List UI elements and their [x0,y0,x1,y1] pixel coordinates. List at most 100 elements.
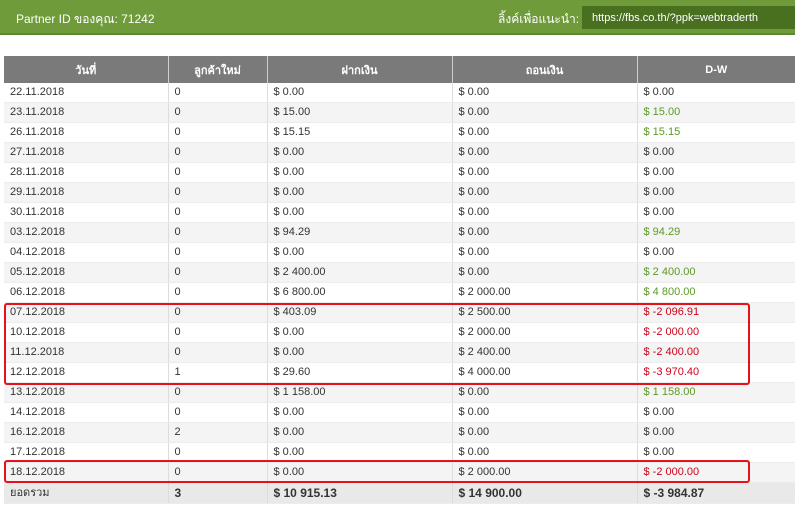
deposit-cell: $ 0.00 [267,202,453,223]
dw-cell: $ 94.29 [637,222,795,243]
table-row: 13.12.2018 0 $ 1 158.00 $ 0.00 $ 1 158.00 [4,382,795,403]
withdraw-cell: $ 0.00 [452,182,638,203]
deposit-cell: $ 29.60 [267,362,453,383]
date-cell: 14.12.2018 [4,402,169,423]
table-row: 11.12.2018 0 $ 0.00 $ 2 400.00 $ -2 400.00 [4,342,795,363]
date-cell: 13.12.2018 [4,382,169,403]
column-header-withdraw[interactable]: ถอนเงิน [452,56,638,83]
withdraw-cell: $ 0.00 [452,142,638,163]
deposit-cell: $ 0.00 [267,182,453,203]
total-label: ยอดรวม [4,482,169,504]
dw-cell: $ 0.00 [637,83,795,103]
deposit-cell: $ 15.15 [267,122,453,143]
table-row: 05.12.2018 0 $ 2 400.00 $ 0.00 $ 2 400.00 [4,262,795,283]
new-clients-cell: 0 [168,402,268,423]
referral-link-label: ลิ้งค์เพื่อแนะนำ: [498,12,580,26]
new-clients-cell: 0 [168,102,268,123]
new-clients-cell: 0 [168,162,268,183]
new-clients-cell: 0 [168,182,268,203]
date-cell: 18.12.2018 [4,462,169,483]
withdraw-cell: $ 0.00 [452,262,638,283]
stats-table: วันที่ ลูกค้าใหม่ ฝากเงิน ถอนเงิน D-W 2 2… [4,56,795,504]
deposit-cell: $ 94.29 [267,222,453,243]
date-cell: 27.11.2018 [4,142,169,163]
dw-cell: $ 0.00 [637,402,795,423]
table-row: 10.12.2018 0 $ 0.00 $ 2 000.00 $ -2 000.00 [4,322,795,343]
date-cell: 26.11.2018 [4,122,169,143]
partner-header-bar: Partner ID ของคุณ: 71242 ลิ้งค์เพื่อแนะน… [0,0,795,35]
table-row: 04.12.2018 0 $ 0.00 $ 0.00 $ 0.00 [4,242,795,263]
table-total-row: ยอดรวม 3 $ 10 915.13 $ 14 900.00 $ -3 984.87 [4,482,795,504]
dw-cell: $ 0.00 [637,422,795,443]
dw-cell: $ 0.00 [637,242,795,263]
dw-cell: $ -3 970.40 [637,362,795,383]
deposit-cell: $ 6 800.00 [267,282,453,303]
total-deposit: $ 10 915.13 [267,482,453,504]
date-cell: 11.12.2018 [4,342,169,363]
new-clients-cell: 0 [168,282,268,303]
table-row: 26.11.2018 0 $ 15.15 $ 0.00 $ 15.15 [4,122,795,143]
date-cell: 07.12.2018 [4,302,169,323]
dw-cell: $ -2 096.91 [637,302,795,323]
partner-id-label: Partner ID ของคุณ: 71242 [16,12,155,26]
withdraw-cell: $ 0.00 [452,242,638,263]
new-clients-cell: 0 [168,83,268,103]
new-clients-cell: 0 [168,382,268,403]
date-cell: 30.11.2018 [4,202,169,223]
table-row: 14.12.2018 0 $ 0.00 $ 0.00 $ 0.00 [4,402,795,423]
deposit-cell: $ 0.00 [267,442,453,463]
table-row: 30.11.2018 0 $ 0.00 $ 0.00 $ 0.00 [4,202,795,223]
table-row: 18.12.2018 0 $ 0.00 $ 2 000.00 $ -2 000.00 [4,462,795,483]
withdraw-cell: $ 0.00 [452,122,638,143]
new-clients-cell: 0 [168,262,268,283]
date-cell: 04.12.2018 [4,242,169,263]
date-cell: 06.12.2018 [4,282,169,303]
deposit-cell: $ 0.00 [267,422,453,443]
new-clients-cell: 0 [168,242,268,263]
table-row: 27.11.2018 0 $ 0.00 $ 0.00 $ 0.00 [4,142,795,163]
referral-link-field[interactable]: https://fbs.co.th/?ppk=webtraderth [582,6,795,29]
dw-cell: $ -2 000.00 [637,322,795,343]
withdraw-cell: $ 2 000.00 [452,462,638,483]
table-row: 28.11.2018 0 $ 0.00 $ 0.00 $ 0.00 [4,162,795,183]
dw-cell: $ 2 400.00 [637,262,795,283]
deposit-cell: $ 0.00 [267,342,453,363]
withdraw-cell: $ 4 000.00 [452,362,638,383]
date-cell: 16.12.2018 [4,422,169,443]
new-clients-cell: 0 [168,302,268,323]
table-row: 03.12.2018 0 $ 94.29 $ 0.00 $ 94.29 [4,222,795,243]
table-row: 12.12.2018 1 $ 29.60 $ 4 000.00 $ -3 970.40 [4,362,795,383]
deposit-cell: $ 403.09 [267,302,453,323]
column-header-new-clients[interactable]: ลูกค้าใหม่ [168,56,268,83]
deposit-cell: $ 2 400.00 [267,262,453,283]
deposit-cell: $ 0.00 [267,462,453,483]
table-row: 17.12.2018 0 $ 0.00 $ 0.00 $ 0.00 [4,442,795,463]
column-header-deposit[interactable]: ฝากเงิน [267,56,453,83]
dw-cell: $ 15.00 [637,102,795,123]
new-clients-cell: 0 [168,462,268,483]
new-clients-cell: 0 [168,442,268,463]
total-withdraw: $ 14 900.00 [452,482,638,504]
column-header-dw[interactable]: D-W [637,56,795,83]
date-cell: 29.11.2018 [4,182,169,203]
deposit-cell: $ 0.00 [267,322,453,343]
table-row: 07.12.2018 0 $ 403.09 $ 2 500.00 $ -2 096.91 [4,302,795,323]
table-row: 16.12.2018 2 $ 0.00 $ 0.00 $ 0.00 [4,422,795,443]
date-cell: 05.12.2018 [4,262,169,283]
withdraw-cell: $ 0.00 [452,202,638,223]
table-row: 22.11.2018 0 $ 0.00 $ 0.00 $ 0.00 [4,83,795,103]
dw-cell: $ 0.00 [637,442,795,463]
new-clients-cell: 2 [168,422,268,443]
withdraw-cell: $ 0.00 [452,422,638,443]
withdraw-cell: $ 0.00 [452,83,638,103]
withdraw-cell: $ 0.00 [452,442,638,463]
new-clients-cell: 0 [168,142,268,163]
withdraw-cell: $ 0.00 [452,162,638,183]
new-clients-cell: 0 [168,202,268,223]
column-header-date[interactable]: วันที่ [4,56,169,83]
table-row: 06.12.2018 0 $ 6 800.00 $ 2 000.00 $ 4 800.0… [4,282,795,303]
dw-cell: $ -2 000.00 [637,462,795,483]
total-new-clients: 3 [168,482,268,504]
date-cell: 17.12.2018 [4,442,169,463]
withdraw-cell: $ 2 400.00 [452,342,638,363]
